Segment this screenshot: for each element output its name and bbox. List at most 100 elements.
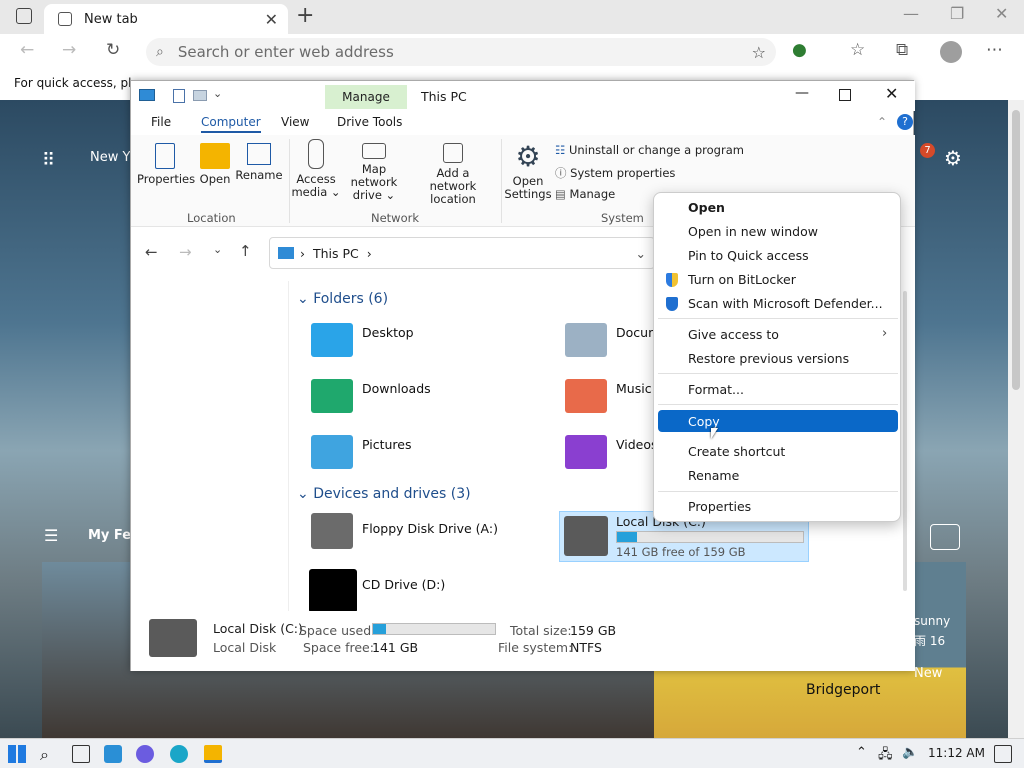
path-computer-icon	[278, 247, 294, 259]
network-icon[interactable]: 🖧	[878, 745, 896, 763]
extension-icon[interactable]: ●	[792, 40, 807, 60]
minimize-button[interactable]: —	[795, 85, 809, 101]
path-dropdown-icon[interactable]: ⌄	[636, 246, 646, 261]
show-hidden-icons[interactable]: ⌃	[856, 745, 874, 763]
tab-actions-icon[interactable]	[16, 8, 32, 24]
details-used-bar-fill	[373, 624, 387, 634]
devices-section-header[interactable]: ⌄ Devices and drives (3)	[297, 486, 471, 502]
space-free-value: 141 GB	[372, 640, 419, 655]
folder-desktop[interactable]: Desktop	[362, 325, 414, 340]
address-path[interactable]: › This PC › ⌄	[269, 237, 655, 269]
new-tab-button[interactable]: +	[296, 3, 314, 28]
properties-button[interactable]: Properties	[137, 143, 195, 186]
menu-item-rename[interactable]: Rename	[688, 468, 739, 483]
folder-music[interactable]: Music	[616, 381, 652, 396]
folder-downloads[interactable]: Downloads	[362, 381, 431, 396]
manage-label: Manage	[569, 187, 616, 201]
drive-floppy[interactable]: Floppy Disk Drive (A:)	[362, 521, 498, 536]
settings-more-icon[interactable]: ⋯	[986, 40, 1003, 60]
forward-icon[interactable]: →	[62, 40, 76, 60]
menu-icon[interactable]: ☰	[44, 526, 58, 545]
tab-file[interactable]: File	[151, 115, 171, 129]
collapse-ribbon-icon[interactable]: ⌃	[877, 115, 887, 129]
clock[interactable]: 11:12 AM	[928, 746, 985, 760]
notification-center-icon[interactable]	[994, 745, 1012, 763]
collapse-icon: ⌄	[297, 291, 309, 307]
group-system-label: System	[601, 211, 644, 225]
tab-view[interactable]: View	[281, 115, 309, 129]
profile-avatar[interactable]	[940, 41, 962, 63]
widgets-icon[interactable]	[104, 745, 122, 763]
menu-item-bitlocker[interactable]: Turn on BitLocker	[688, 272, 796, 287]
apps-grid-icon[interactable]: ⠿	[42, 150, 55, 171]
add-favorite-icon[interactable]: ☆	[752, 43, 766, 62]
back-icon[interactable]: ←	[20, 40, 34, 60]
menu-item-scan-defender[interactable]: Scan with Microsoft Defender...	[688, 296, 883, 311]
layout-icon[interactable]	[930, 524, 960, 550]
quick-properties-icon[interactable]	[173, 89, 185, 103]
close-tab-icon[interactable]: ✕	[265, 10, 278, 29]
recent-locations-icon[interactable]: ⌄	[213, 243, 222, 256]
uninstall-program-button[interactable]: ☷ Uninstall or change a program	[555, 143, 744, 157]
open-settings-button[interactable]: ⚙ Open Settings	[503, 143, 553, 201]
nav-back-icon[interactable]: ←	[145, 243, 158, 261]
map-drive-label-2: drive ⌄	[352, 188, 396, 202]
menu-item-open[interactable]: Open	[688, 200, 725, 215]
page-scrollbar[interactable]	[1008, 100, 1024, 738]
menu-item-copy[interactable]: Copy	[688, 414, 720, 429]
menu-item-give-access[interactable]: Give access to	[688, 327, 779, 342]
menu-item-create-shortcut[interactable]: Create shortcut	[688, 444, 785, 459]
tab-drive-tools[interactable]: Drive Tools	[337, 115, 402, 129]
close-window-button[interactable]: ✕	[885, 84, 898, 103]
start-windows-icon[interactable]	[8, 745, 26, 763]
notification-badge: 7	[920, 143, 935, 158]
task-view-icon[interactable]	[72, 745, 90, 763]
help-icon[interactable]: ?	[897, 114, 913, 130]
manage-icon: ▤	[555, 187, 566, 201]
maximize-button[interactable]	[839, 89, 851, 101]
menu-item-format[interactable]: Format...	[688, 382, 744, 397]
folders-section-header[interactable]: ⌄ Folders (6)	[297, 291, 388, 307]
menu-item-restore-versions[interactable]: Restore previous versions	[688, 351, 849, 366]
rename-button[interactable]: Rename	[235, 143, 283, 182]
myfeed-label: My Fe	[88, 528, 132, 543]
nav-up-icon[interactable]: ↑	[239, 242, 252, 260]
close-browser-button[interactable]: ✕	[995, 4, 1008, 23]
address-bar[interactable]: ⌕ Search or enter web address ☆	[146, 38, 776, 66]
pane-scrollbar[interactable]	[903, 291, 907, 591]
manage-button[interactable]: ▤ Manage	[555, 187, 615, 201]
menu-item-properties[interactable]: Properties	[688, 499, 751, 514]
menu-item-open-new-window[interactable]: Open in new window	[688, 224, 818, 239]
favorites-icon[interactable]: ☆	[850, 40, 865, 60]
access-media-button[interactable]: Access media ⌄	[291, 139, 341, 199]
weather-text: sunny	[914, 614, 951, 628]
minimize-browser-button[interactable]: —	[903, 4, 919, 23]
page-settings-icon[interactable]: ⚙	[944, 146, 962, 170]
folders-header-text: Folders (6)	[313, 291, 389, 307]
volume-icon[interactable]: 🔈	[902, 745, 920, 763]
nav-forward-icon[interactable]: →	[179, 243, 192, 261]
restore-browser-button[interactable]: ❐	[950, 4, 964, 23]
folder-pictures[interactable]: Pictures	[362, 437, 412, 452]
mouse-cursor-icon	[711, 428, 718, 439]
file-explorer-icon[interactable]	[204, 745, 222, 763]
drive-cd[interactable]: CD Drive (D:)	[362, 577, 445, 592]
refresh-icon[interactable]: ↻	[106, 40, 120, 60]
edge-icon[interactable]	[170, 745, 188, 763]
folder-videos[interactable]: Videos	[616, 437, 658, 452]
quick-access-dropdown-icon[interactable]: ⌄	[213, 87, 222, 100]
open-button[interactable]: Open	[195, 143, 235, 186]
system-properties-button[interactable]: ⓘ System properties	[555, 165, 675, 181]
page-scrollbar-thumb[interactable]	[1012, 110, 1020, 390]
tab-manage[interactable]: Manage	[325, 85, 407, 109]
new-folder-icon[interactable]	[193, 90, 207, 101]
tab-title: New tab	[84, 11, 138, 27]
search-taskbar-icon[interactable]: ⌕	[40, 745, 58, 764]
map-network-drive-button[interactable]: Map network drive ⌄	[339, 143, 409, 202]
collections-icon[interactable]: ⧉	[896, 40, 908, 60]
tab-computer[interactable]: Computer	[201, 115, 261, 133]
menu-item-pin-quick-access[interactable]: Pin to Quick access	[688, 248, 809, 263]
add-network-location-button[interactable]: Add a network location	[413, 143, 493, 206]
chat-icon[interactable]	[136, 745, 154, 763]
browser-tab-new[interactable]: New tab ✕	[44, 4, 288, 34]
